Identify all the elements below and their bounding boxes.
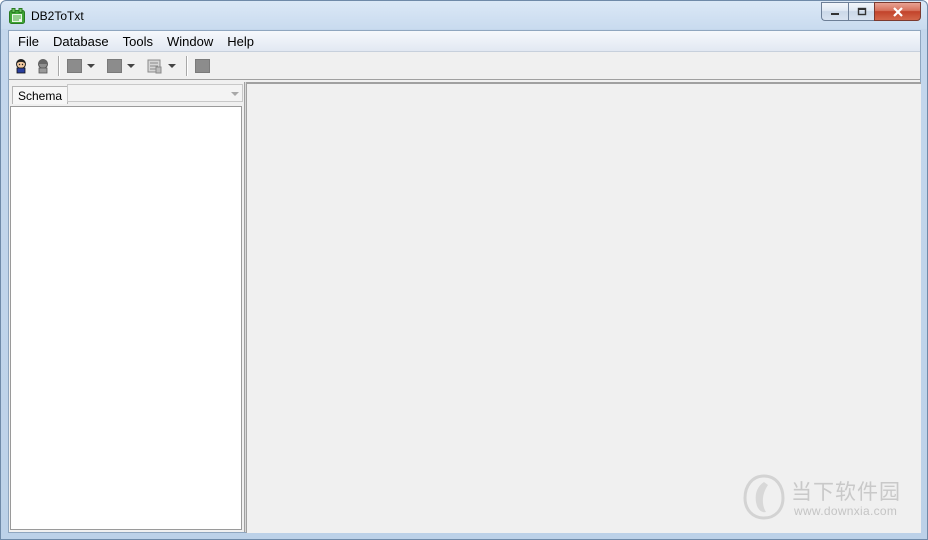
app-window: DB2ToTxt File Database Tools Window Help… (0, 0, 928, 540)
close-icon (892, 6, 903, 17)
stop-button[interactable] (195, 57, 210, 75)
chevron-down-icon (231, 92, 239, 96)
watermark-text: 当下软件园 (791, 480, 901, 504)
connect-icon (16, 59, 26, 74)
menu-help[interactable]: Help (220, 31, 261, 52)
window-title: DB2ToTxt (31, 9, 84, 23)
disconnect-icon (38, 59, 48, 74)
report-button[interactable] (147, 57, 176, 75)
menu-tools[interactable]: Tools (116, 31, 160, 52)
menu-database[interactable]: Database (46, 31, 116, 52)
schema-dropdown[interactable] (67, 84, 243, 102)
export-icon (67, 59, 82, 73)
menu-window[interactable]: Window (160, 31, 220, 52)
chevron-down-icon (168, 64, 176, 68)
chevron-down-icon (87, 64, 95, 68)
toolbar-separator (186, 56, 187, 76)
close-button[interactable] (874, 2, 921, 21)
title-bar[interactable]: DB2ToTxt (1, 1, 927, 30)
stop-icon (195, 59, 210, 73)
toolbar-separator (58, 56, 59, 76)
watermark-url: www.downxia.com (794, 504, 898, 518)
disconnect-button[interactable] (35, 57, 51, 75)
watermark-logo-icon (742, 473, 786, 524)
app-icon (9, 8, 25, 24)
window-controls (821, 2, 921, 22)
mdi-workspace (246, 82, 921, 533)
client-area: File Database Tools Window Help Schema (8, 30, 921, 533)
chevron-down-icon (127, 64, 135, 68)
menu-file[interactable]: File (11, 31, 46, 52)
minimize-button[interactable] (821, 2, 848, 21)
import-icon (107, 59, 122, 73)
export-button[interactable] (67, 57, 95, 75)
schema-row: Schema (9, 82, 243, 104)
toolbar (9, 52, 920, 80)
minimize-icon (831, 12, 839, 15)
schema-tree[interactable] (10, 106, 242, 530)
menu-bar: File Database Tools Window Help (9, 31, 920, 52)
maximize-icon (857, 7, 866, 16)
schema-panel: Schema (9, 82, 243, 532)
report-icon (147, 59, 162, 73)
schema-tab[interactable]: Schema (12, 86, 69, 104)
maximize-button[interactable] (848, 2, 874, 21)
connect-button[interactable] (13, 57, 29, 75)
import-button[interactable] (107, 57, 135, 75)
